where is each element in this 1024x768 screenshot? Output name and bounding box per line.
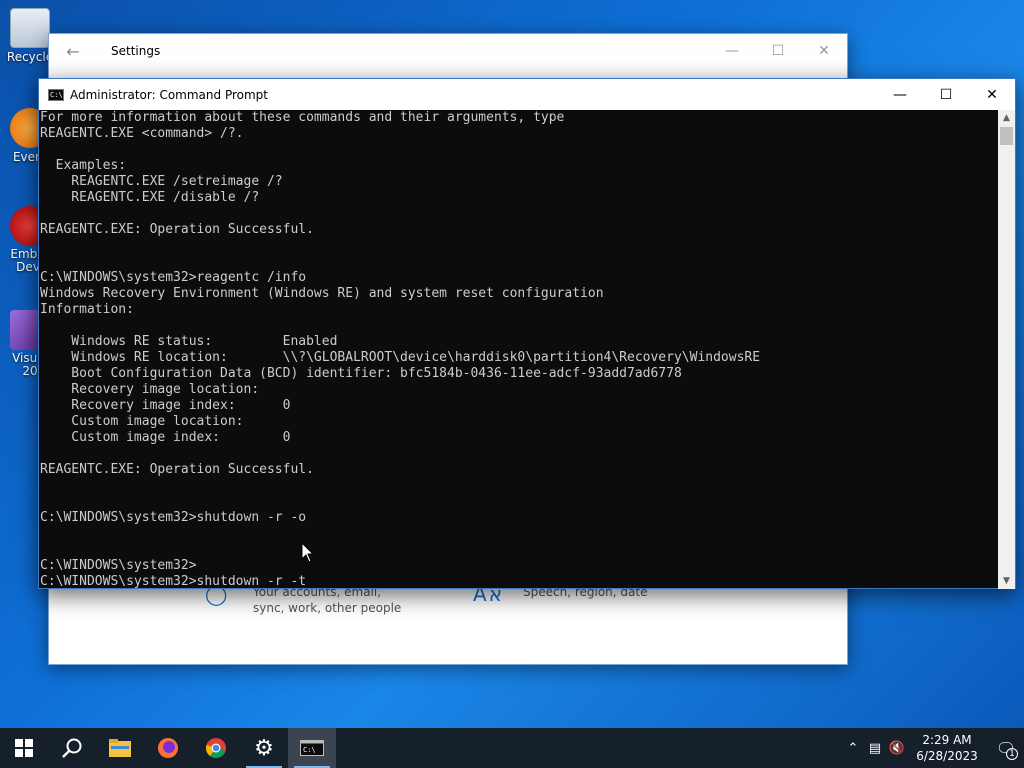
minimize-icon[interactable]: — — [877, 87, 923, 103]
chrome-icon — [206, 738, 226, 758]
console-line: Boot Configuration Data (BCD) identifier… — [40, 366, 682, 381]
command-prompt-window[interactable]: C:\ Administrator: Command Prompt — ☐ ✕ … — [38, 78, 1016, 589]
console-output[interactable]: For more information about these command… — [39, 110, 999, 589]
close-icon[interactable]: ✕ — [801, 43, 847, 59]
console-line: REAGENTC.EXE /setreimage /? — [40, 174, 283, 189]
settings-item-desc: Your accounts, email, sync, work, other … — [253, 585, 402, 615]
console-line: Windows RE status: Enabled — [40, 334, 338, 349]
volume-muted-icon[interactable]: 🔇 — [886, 741, 908, 756]
cmd-app-icon: C:\ — [48, 88, 64, 101]
clock[interactable]: 2:29 AM 6/28/2023 — [908, 732, 988, 764]
taskbar-command-prompt[interactable]: C:\ — [288, 728, 336, 768]
console-line: Recovery image location: — [40, 382, 260, 397]
search-button[interactable] — [48, 728, 96, 768]
recycle-bin-icon — [10, 8, 50, 48]
taskbar-firefox[interactable] — [144, 728, 192, 768]
clock-date: 6/28/2023 — [916, 749, 978, 763]
console-line: C:\WINDOWS\system32>shutdown -r -o — [40, 510, 307, 525]
search-icon — [62, 738, 82, 758]
console-line: Examples: — [40, 158, 127, 173]
maximize-icon[interactable]: ☐ — [923, 87, 969, 103]
back-arrow-icon[interactable]: ← — [49, 42, 97, 61]
scrollbar-thumb[interactable] — [1000, 127, 1013, 145]
console-line: REAGENTC.EXE: Operation Successful. — [40, 222, 314, 237]
settings-gear-icon: ⚙ — [254, 735, 274, 761]
svg-text:C:\: C:\ — [303, 746, 316, 754]
console-line: Information: — [40, 302, 134, 317]
firefox-icon — [158, 738, 178, 758]
maximize-icon[interactable]: ☐ — [755, 43, 801, 59]
console-line: Recovery image index: 0 — [40, 398, 291, 413]
taskbar-settings[interactable]: ⚙ — [240, 728, 288, 768]
console-line: Custom image index: 0 — [40, 430, 291, 445]
notification-count: 1 — [1006, 747, 1018, 760]
file-explorer-icon — [109, 739, 131, 757]
taskbar: ⚙ C:\ ⌃ ▤ 🔇 2:29 AM 6/28/2023 🗨 1 — [0, 728, 1024, 768]
cmd-titlebar[interactable]: C:\ Administrator: Command Prompt — ☐ ✕ — [39, 79, 1015, 110]
notification-center-button[interactable]: 🗨 1 — [988, 739, 1024, 760]
settings-title: Settings — [111, 44, 161, 58]
close-icon[interactable]: ✕ — [969, 87, 1015, 103]
start-button[interactable] — [0, 728, 48, 768]
windows-start-icon — [15, 739, 33, 757]
chevron-up-icon[interactable]: ⌃ — [842, 741, 864, 756]
console-line: Windows Recovery Environment (Windows RE… — [40, 286, 604, 301]
clock-time: 2:29 AM — [922, 733, 972, 747]
cmd-title: Administrator: Command Prompt — [70, 87, 268, 102]
console-line: For more information about these command… — [40, 110, 565, 125]
settings-titlebar[interactable]: ← Settings — ☐ ✕ — [49, 34, 847, 68]
console-line: REAGENTC.EXE <command> /?. — [40, 126, 244, 141]
console-line: C:\WINDOWS\system32>reagentc /info — [40, 270, 307, 285]
console-line: C:\WINDOWS\system32>shutdown -r -t — [40, 574, 307, 589]
console-line: Custom image location: — [40, 414, 244, 429]
taskbar-chrome[interactable] — [192, 728, 240, 768]
mouse-cursor-icon — [301, 542, 315, 563]
scroll-up-icon[interactable]: ▲ — [998, 110, 1015, 126]
console-line: Windows RE location: \\?\GLOBALROOT\devi… — [40, 350, 761, 365]
taskbar-file-explorer[interactable] — [96, 728, 144, 768]
minimize-icon[interactable]: — — [709, 43, 755, 59]
network-icon[interactable]: ▤ — [864, 741, 886, 756]
console-line: REAGENTC.EXE /disable /? — [40, 190, 260, 205]
system-tray: ⌃ ▤ 🔇 2:29 AM 6/28/2023 🗨 1 — [842, 728, 1024, 768]
console-line: C:\WINDOWS\system32> — [40, 558, 197, 573]
vertical-scrollbar[interactable]: ▲ ▼ — [998, 110, 1015, 589]
console-line: REAGENTC.EXE: Operation Successful. — [40, 462, 314, 477]
scroll-down-icon[interactable]: ▼ — [998, 573, 1015, 589]
command-prompt-icon: C:\ — [300, 740, 324, 756]
